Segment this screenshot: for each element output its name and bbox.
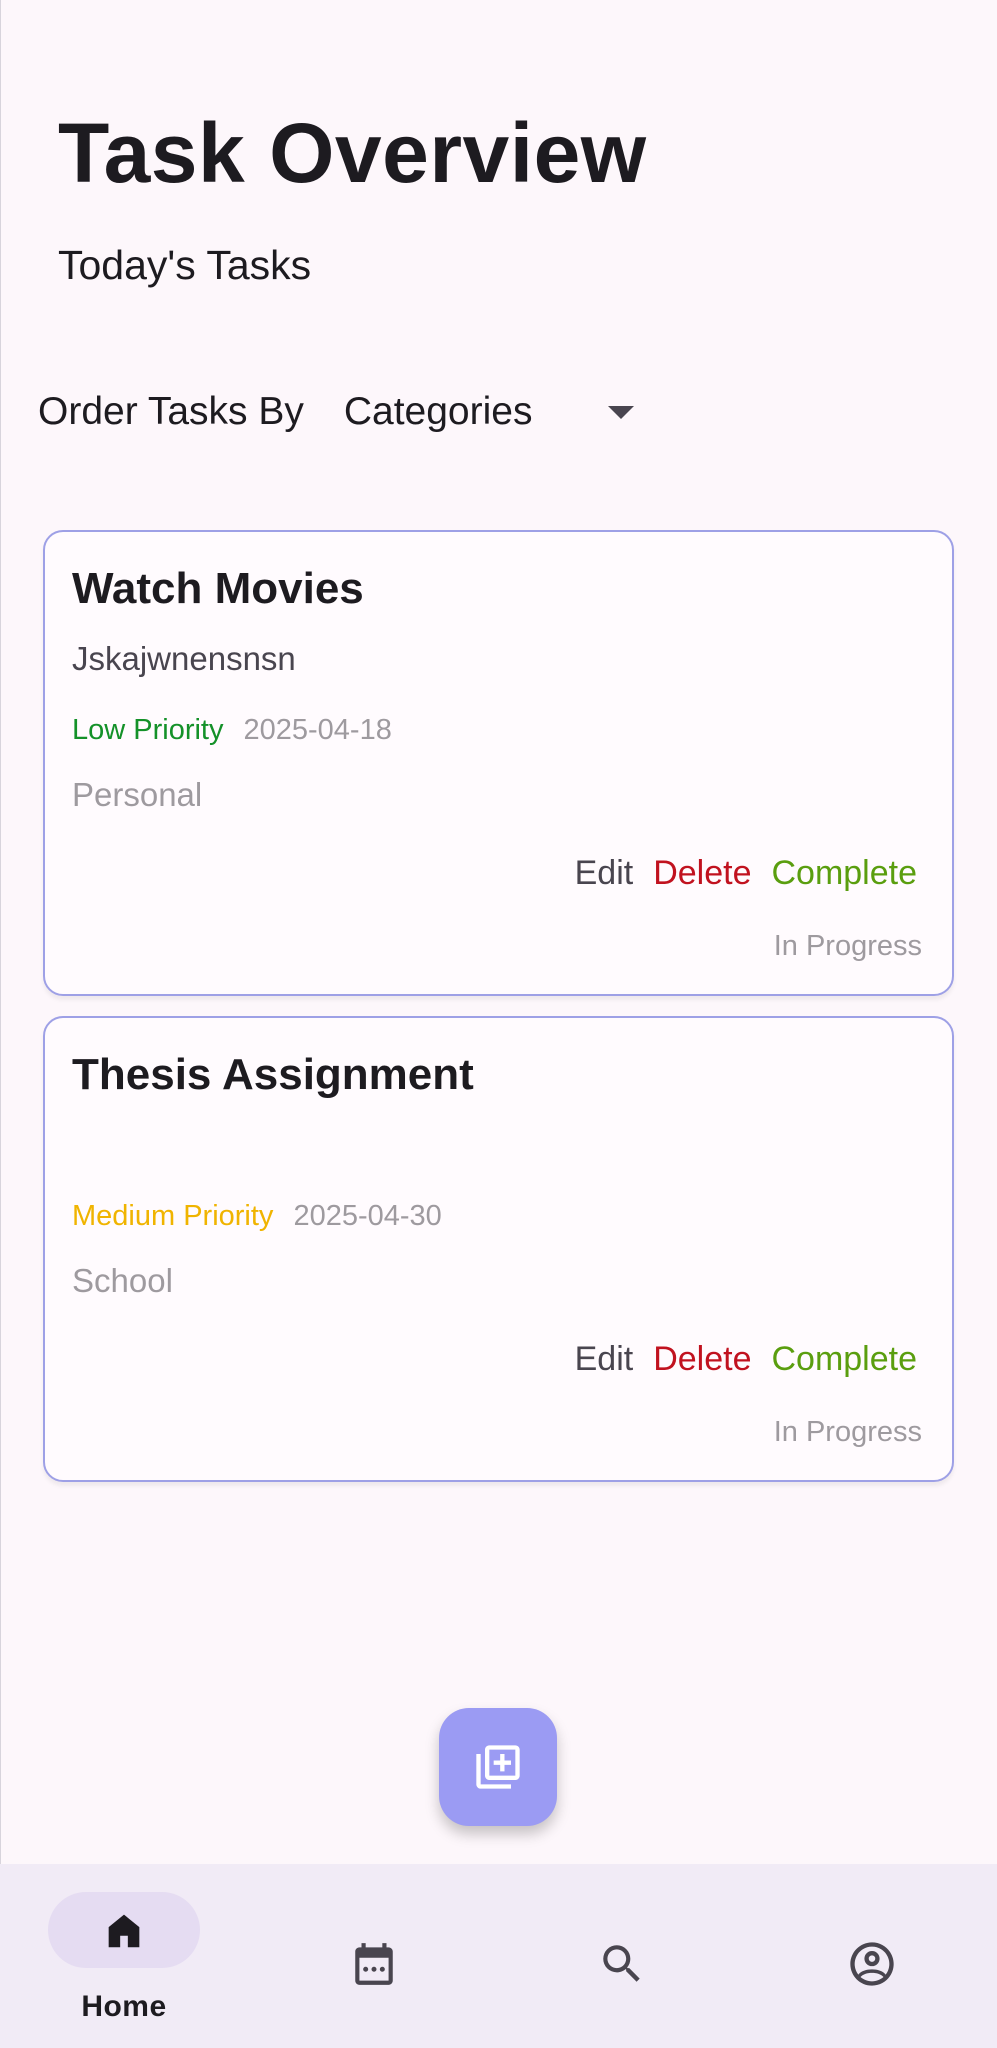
task-card[interactable]: Thesis Assignment Medium Priority 2025-0… <box>43 1016 954 1482</box>
task-meta: Low Priority 2025-04-18 <box>72 714 392 747</box>
task-title: Watch Movies <box>72 564 364 613</box>
screen-edge <box>0 0 1 2048</box>
bottom-navigation: Home <box>0 1864 997 2048</box>
calendar-icon <box>355 1943 393 1985</box>
task-category: Personal <box>72 776 203 813</box>
task-due-date: 2025-04-18 <box>243 714 392 746</box>
task-meta: Medium Priority 2025-04-30 <box>72 1200 442 1233</box>
task-due-date: 2025-04-30 <box>293 1200 442 1232</box>
nav-home[interactable]: Home <box>48 1864 202 2048</box>
task-card[interactable]: Watch Movies Jskajwnensnsn Low Priority … <box>43 530 954 996</box>
order-by-row: Order Tasks By Categories <box>38 386 644 438</box>
nav-profile[interactable] <box>842 1934 902 1994</box>
task-status: In Progress <box>773 930 922 962</box>
task-actions: Edit Delete Complete <box>575 1340 917 1379</box>
edit-button[interactable]: Edit <box>575 854 634 893</box>
task-priority: Low Priority <box>72 714 224 746</box>
home-icon <box>108 1914 140 1948</box>
complete-button[interactable]: Complete <box>771 854 917 893</box>
delete-button[interactable]: Delete <box>653 1340 751 1379</box>
order-by-dropdown[interactable]: Categories <box>344 386 644 438</box>
search-icon <box>603 1945 640 1982</box>
page-title: Task Overview <box>58 106 647 200</box>
task-priority: Medium Priority <box>72 1200 274 1232</box>
dropdown-arrow-icon <box>607 405 634 419</box>
order-by-label: Order Tasks By <box>38 390 304 433</box>
task-category: School <box>72 1262 173 1299</box>
nav-calendar[interactable] <box>344 1934 404 1994</box>
nav-home-indicator <box>48 1892 200 1968</box>
task-title: Thesis Assignment <box>72 1050 474 1099</box>
page-subtitle: Today's Tasks <box>58 242 312 288</box>
add-to-library-icon <box>476 1745 520 1789</box>
nav-home-label: Home <box>81 1990 167 2023</box>
task-actions: Edit Delete Complete <box>575 854 917 893</box>
task-overview-screen: Task Overview Today's Tasks Order Tasks … <box>0 0 997 2048</box>
task-status: In Progress <box>773 1416 922 1448</box>
order-by-selected-value: Categories <box>343 390 533 433</box>
account-circle-icon <box>850 1942 894 1986</box>
nav-search[interactable] <box>592 1934 652 1994</box>
delete-button[interactable]: Delete <box>653 854 751 893</box>
task-description: Jskajwnensnsn <box>72 640 296 677</box>
add-task-button[interactable] <box>439 1708 557 1826</box>
edit-button[interactable]: Edit <box>575 1340 634 1379</box>
complete-button[interactable]: Complete <box>771 1340 917 1379</box>
